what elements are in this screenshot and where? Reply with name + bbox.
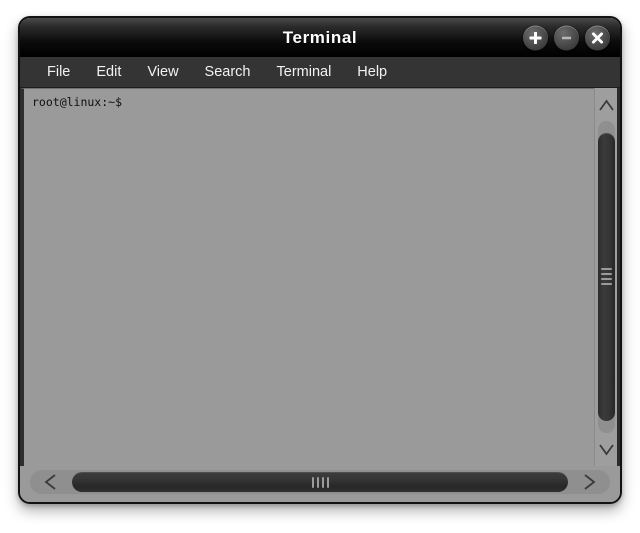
scroll-right-button[interactable] xyxy=(572,471,606,493)
menu-item-view[interactable]: View xyxy=(134,61,191,83)
horizontal-scrollbar[interactable] xyxy=(30,470,610,494)
menubar: File Edit View Search Terminal Help xyxy=(20,57,620,88)
chevron-up-icon xyxy=(598,98,614,111)
terminal-window: Terminal File Edit View Search Terminal … xyxy=(18,16,622,504)
window-title: Terminal xyxy=(282,27,358,47)
vertical-scroll-thumb[interactable] xyxy=(597,133,615,421)
chevron-down-icon xyxy=(598,443,614,456)
vertical-scrollbar[interactable] xyxy=(594,88,620,466)
scroll-down-button[interactable] xyxy=(597,436,615,462)
minus-icon xyxy=(562,36,571,39)
menu-item-terminal[interactable]: Terminal xyxy=(264,61,345,83)
vertical-scroll-track[interactable] xyxy=(597,121,615,433)
maximize-button[interactable] xyxy=(523,25,548,50)
desktop-background: Terminal File Edit View Search Terminal … xyxy=(0,0,640,533)
close-button[interactable] xyxy=(585,25,610,50)
terminal-screen[interactable]: root@linux:~$ xyxy=(20,88,594,466)
plus-icon xyxy=(529,31,542,44)
menu-item-search[interactable]: Search xyxy=(192,61,264,83)
menu-item-help[interactable]: Help xyxy=(344,61,400,83)
terminal-prompt-line: root@linux:~$ xyxy=(32,95,123,109)
chevron-left-icon xyxy=(44,474,56,490)
close-icon xyxy=(591,31,604,44)
window-controls-group xyxy=(523,25,610,50)
minimize-button[interactable] xyxy=(554,25,579,50)
menu-item-file[interactable]: File xyxy=(34,61,83,83)
scroll-up-button[interactable] xyxy=(597,92,615,118)
menu-item-edit[interactable]: Edit xyxy=(83,61,134,83)
horizontal-scroll-thumb[interactable] xyxy=(72,472,568,492)
horizontal-thumb-grip xyxy=(311,476,329,488)
horizontal-scrollbar-row xyxy=(20,466,620,502)
window-body: root@linux:~$ xyxy=(20,88,620,502)
chevron-right-icon xyxy=(584,474,596,490)
scroll-left-button[interactable] xyxy=(34,471,68,493)
window-titlebar[interactable]: Terminal xyxy=(20,18,620,57)
vertical-thumb-grip xyxy=(600,268,612,286)
terminal-and-scrollbar-row: root@linux:~$ xyxy=(20,88,620,466)
